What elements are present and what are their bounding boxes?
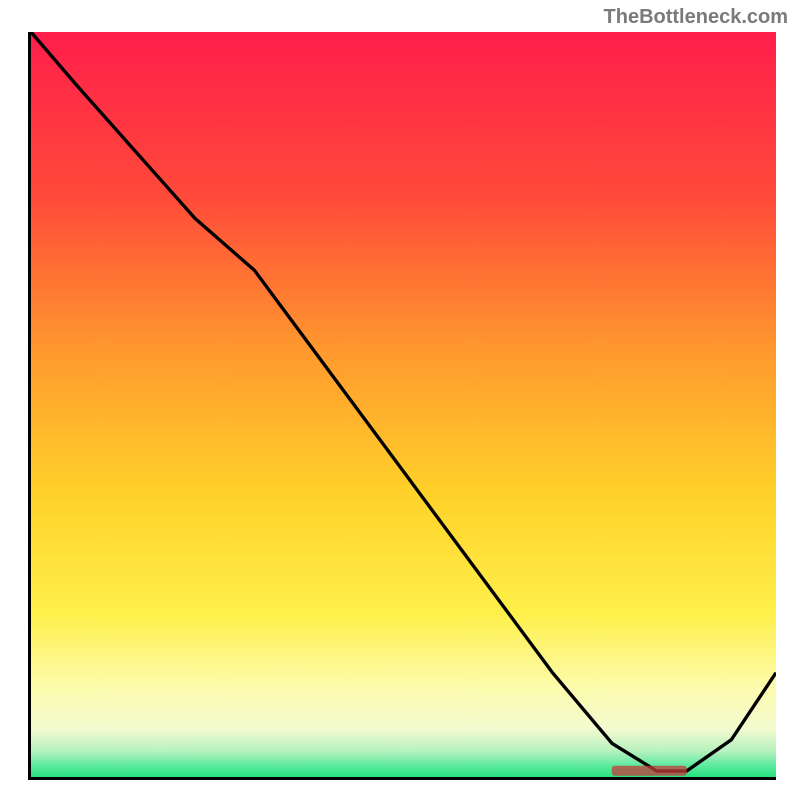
attribution-text: TheBottleneck.com xyxy=(604,6,788,29)
optimal-marker xyxy=(612,766,687,776)
plot-area xyxy=(28,32,776,780)
chart-stage: TheBottleneck.com xyxy=(0,0,800,800)
bottleneck-curve xyxy=(31,32,776,771)
curve-layer xyxy=(31,32,776,777)
